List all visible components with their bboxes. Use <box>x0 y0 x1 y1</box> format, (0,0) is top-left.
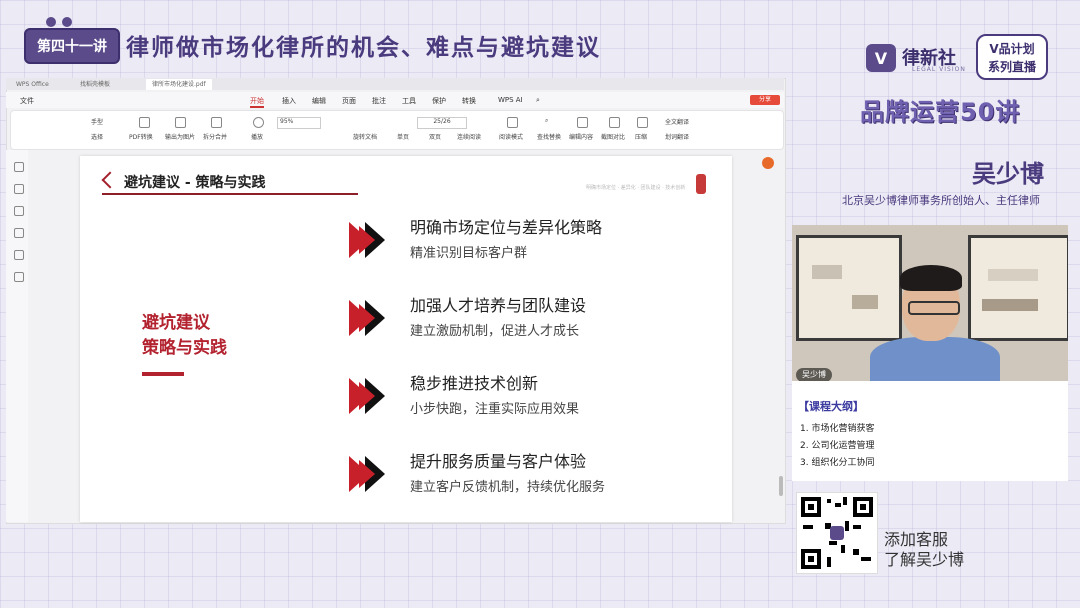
thumbnail-icon[interactable] <box>14 184 24 194</box>
page-number-input[interactable]: 25/26 <box>417 117 467 129</box>
split-merge-icon <box>211 117 222 128</box>
slide-title: 避坑建议 - 策略与实践 <box>124 175 266 191</box>
outline-item: 1. 市场化营销获客 <box>800 424 875 434</box>
double-arrow-icon <box>349 378 385 414</box>
page-title: 律师做市场化律所的机会、难点与避坑建议 <box>126 35 601 61</box>
left-sidebar <box>6 150 28 522</box>
outline-title: 【课程大纲】 <box>798 400 864 413</box>
pdf-convert-button[interactable]: PDF转换 <box>129 132 153 141</box>
menu-wps-ai[interactable]: WPS AI <box>498 96 523 104</box>
tv-line-2: 系列直播 <box>987 60 1036 74</box>
hand-tool-button[interactable]: 手型 <box>91 117 103 126</box>
attachment-icon[interactable] <box>14 228 24 238</box>
point-title: 明确市场定位与差异化策略 <box>410 218 603 237</box>
find-replace-button[interactable]: 查找替换 <box>537 132 561 141</box>
edit-content-icon <box>577 117 588 128</box>
search-icon[interactable]: ⌕ <box>536 96 540 105</box>
search-icon: ⌕ <box>545 117 549 124</box>
zoom-select[interactable]: 95% <box>277 117 321 129</box>
left-heading-line-2: 策略与实践 <box>142 338 227 358</box>
qr-caption: 添加客服 了解吴少博 <box>884 530 964 570</box>
point-subtitle: 小步快跑，注重实际应用效果 <box>410 402 580 417</box>
live-series-badge: V品计划 系列直播 <box>976 34 1048 80</box>
point-title: 提升服务质量与客户体验 <box>410 452 587 471</box>
qr-line-1: 添加客服 <box>884 530 949 549</box>
screenshot-icon <box>609 117 620 128</box>
export-image-button[interactable]: 输出为图片 <box>165 132 195 141</box>
speaker-video <box>792 225 1068 381</box>
double-arrow-icon <box>349 456 385 492</box>
single-page-button[interactable]: 单页 <box>397 132 409 141</box>
menu-comment[interactable]: 批注 <box>372 96 386 106</box>
screenshot-compare-button[interactable]: 截图对比 <box>601 132 625 141</box>
slide-faint-text: 明确市场定位 · 差异化 · 团队建设 · 技术创新 <box>586 185 686 191</box>
tab-bar: WPS Office 找稻壳模板 律所市场化建设.pdf <box>6 78 784 90</box>
bookmark-icon[interactable] <box>14 162 24 172</box>
menu-bar: 文件 开始 插入 编辑 页面 批注 工具 保护 转换 WPS AI ⌕ 分享 <box>6 92 784 108</box>
rotate-button[interactable]: 旋转文档 <box>353 132 377 141</box>
outline-item: 3. 组织化分工协同 <box>800 458 875 468</box>
qr-code <box>796 492 878 574</box>
play-icon <box>253 117 264 128</box>
point-subtitle: 建立激励机制，促进人才成长 <box>410 324 580 339</box>
menu-convert[interactable]: 转换 <box>462 96 476 106</box>
ribbon-toolbar: 手型 选择 PDF转换 输出为图片 拆分合并 播放 95% 25/26 旋转文档… <box>10 110 784 150</box>
speaker-name: 吴少博 <box>972 160 1044 188</box>
point-subtitle: 精准识别目标客户群 <box>410 246 528 261</box>
speaker-title: 北京吴少博律师事务所创始人、主任律师 <box>842 194 1040 207</box>
word-translate-button[interactable]: 划词翻译 <box>665 132 689 141</box>
menu-page[interactable]: 页面 <box>342 96 356 106</box>
edit-content-button[interactable]: 编辑内容 <box>569 132 593 141</box>
point-subtitle: 建立客户反馈机制，持续优化服务 <box>410 480 606 495</box>
fulltext-translate-button[interactable]: 全文翻译 <box>665 117 689 126</box>
compress-button[interactable]: 压缩 <box>635 132 647 141</box>
video-name-tag: 吴少博 <box>796 368 832 382</box>
title-underline <box>102 193 358 195</box>
select-tool-button[interactable]: 选择 <box>91 132 103 141</box>
left-heading-line-1: 避坑建议 <box>142 313 210 333</box>
menu-home[interactable]: 开始 <box>250 96 264 108</box>
vertical-scrollbar[interactable] <box>779 476 783 496</box>
comment-icon[interactable] <box>14 206 24 216</box>
tab-wps-office[interactable]: WPS Office <box>10 79 55 90</box>
share-button[interactable]: 分享 <box>750 95 780 105</box>
menu-edit[interactable]: 编辑 <box>312 96 326 106</box>
brand-logo-icon: V <box>866 44 896 72</box>
tab-template[interactable]: 找稻壳模板 <box>74 79 117 90</box>
point-title: 稳步推进技术创新 <box>410 374 539 393</box>
outline-item: 2. 公司化运营管理 <box>800 441 875 451</box>
compress-icon <box>637 117 648 128</box>
heading-bar <box>142 372 184 376</box>
pdf-convert-icon <box>139 117 150 128</box>
qr-line-2: 了解吴少博 <box>884 550 965 569</box>
export-image-icon <box>175 117 186 128</box>
lesson-badge: 第四十一讲 <box>24 28 120 64</box>
play-button[interactable]: 播放 <box>251 132 263 141</box>
split-merge-button[interactable]: 拆分合并 <box>203 132 227 141</box>
menu-tools[interactable]: 工具 <box>402 96 416 106</box>
seal-icon <box>696 174 706 194</box>
double-arrow-icon <box>349 222 385 258</box>
signature-icon[interactable] <box>14 250 24 260</box>
point-title: 加强人才培养与团队建设 <box>410 296 587 315</box>
series-title: 品牌运营50讲 <box>860 98 1021 126</box>
menu-protect[interactable]: 保护 <box>432 96 446 106</box>
tv-line-1: V品计划 <box>989 42 1035 56</box>
double-page-button[interactable]: 双页 <box>429 132 441 141</box>
layers-icon[interactable] <box>14 272 24 282</box>
notification-icon[interactable] <box>762 157 774 169</box>
menu-file[interactable]: 文件 <box>20 96 34 106</box>
menu-insert[interactable]: 插入 <box>282 96 296 106</box>
tab-pdf-document[interactable]: 律所市场化建设.pdf <box>146 79 212 90</box>
read-mode-icon <box>507 117 518 128</box>
brand-subtitle: LEGAL VISION <box>912 66 966 73</box>
continuous-read-button[interactable]: 连续阅读 <box>457 132 481 141</box>
read-mode-button[interactable]: 阅读模式 <box>499 132 523 141</box>
double-arrow-icon <box>349 300 385 336</box>
